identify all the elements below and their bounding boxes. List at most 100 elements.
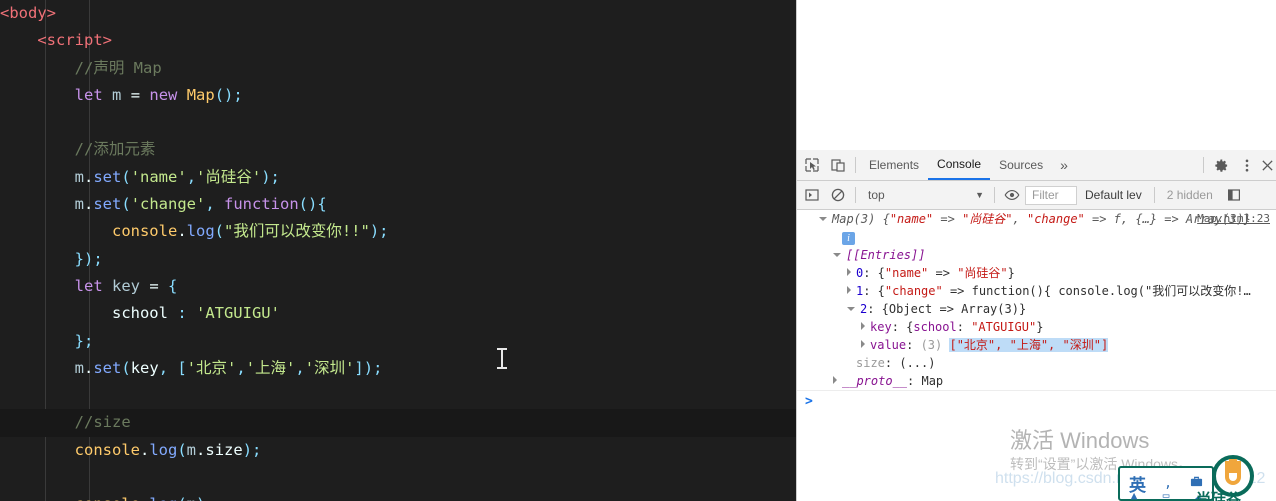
console-row[interactable]: key: {school: "ATGUIGU"} xyxy=(797,318,1276,336)
console-row[interactable]: i xyxy=(797,228,1276,246)
code-token: key xyxy=(130,358,159,377)
code-token: . xyxy=(177,222,187,241)
console-filter-input[interactable]: Filter xyxy=(1025,185,1077,205)
console-token: value xyxy=(870,338,907,352)
more-options-icon[interactable] xyxy=(1234,152,1260,178)
code-token: , xyxy=(186,167,197,186)
code-line[interactable] xyxy=(0,382,796,409)
person-icon[interactable]: ▲ xyxy=(1131,489,1138,501)
code-line[interactable]: school : 'ATGUIGU' xyxy=(0,300,796,327)
code-token: Map xyxy=(186,85,215,104)
tab-elements[interactable]: Elements xyxy=(860,150,928,180)
chevron-down-icon[interactable] xyxy=(819,217,827,221)
console-token: : xyxy=(906,338,921,352)
code-token: 'ATGUIGU' xyxy=(195,304,280,323)
tab-elements-label: Elements xyxy=(869,158,920,172)
clear-console-icon[interactable] xyxy=(825,182,851,208)
close-icon[interactable] xyxy=(1260,152,1274,178)
console-row[interactable]: 0: {"name" => "尚硅谷"} xyxy=(797,264,1276,282)
code-line[interactable]: console.log(m); xyxy=(0,491,796,501)
console-row[interactable]: Map(3) {"name" => "尚硅谷", "change" => f, … xyxy=(797,210,1276,228)
code-line[interactable]: console.log("我们可以改变你!!"); xyxy=(0,218,796,245)
code-token: console xyxy=(75,495,140,501)
code-token: = xyxy=(149,276,159,295)
info-icon[interactable]: i xyxy=(842,232,855,245)
console-sidebar-icon[interactable] xyxy=(1221,182,1247,208)
more-tabs-icon[interactable]: » xyxy=(1052,157,1076,173)
console-row[interactable]: __proto__: Map xyxy=(797,372,1276,390)
code-token: ]); xyxy=(354,358,383,377)
code-line[interactable] xyxy=(0,464,796,491)
code-line[interactable]: <body> xyxy=(0,0,796,27)
console-row[interactable]: 1: {"change" => function(){ console.log(… xyxy=(797,282,1276,300)
code-line[interactable]: //size xyxy=(0,409,796,437)
code-editor[interactable]: <body> <script> //声明 Map let m = new Map… xyxy=(0,0,796,501)
chevron-right-icon[interactable] xyxy=(861,322,865,330)
code-line[interactable]: //添加元素 xyxy=(0,136,796,163)
console-token: => xyxy=(928,266,958,280)
execution-context-icon[interactable] xyxy=(799,182,825,208)
code-token: console xyxy=(111,222,178,241)
gear-icon[interactable] xyxy=(1208,152,1234,178)
execution-context-selector[interactable]: top ▼ xyxy=(860,188,990,202)
code-token: = xyxy=(130,85,141,104)
console-row[interactable]: [[Entries]] xyxy=(797,246,1276,264)
code-token: }); xyxy=(74,249,103,268)
console-token: ["北京", "上海", "深圳"] xyxy=(949,338,1109,352)
hidden-messages-count[interactable]: 2 hidden xyxy=(1159,188,1221,202)
keyboard-icon[interactable]: ▭ xyxy=(1163,489,1170,501)
console-row[interactable]: 2: {Object => Array(3)} xyxy=(797,300,1276,318)
code-line[interactable]: //声明 Map xyxy=(0,55,796,82)
code-line[interactable]: let m = new Map(); xyxy=(0,82,796,109)
chevron-right-icon[interactable] xyxy=(861,340,865,348)
code-token: ( xyxy=(177,495,186,501)
live-expression-icon[interactable] xyxy=(999,182,1025,208)
code-token: //size xyxy=(74,413,131,432)
code-line[interactable]: m.set('name','尚硅谷'); xyxy=(0,164,796,191)
chevron-right-icon[interactable] xyxy=(847,268,851,276)
code-line[interactable]: m.set('change', function(){ xyxy=(0,191,796,218)
code-token: , xyxy=(158,358,178,377)
code-line[interactable]: }; xyxy=(0,328,796,355)
device-toolbar-icon[interactable] xyxy=(825,152,851,178)
chevron-right-icon[interactable] xyxy=(847,286,851,294)
code-token: let xyxy=(74,85,103,104)
browser-page-viewport xyxy=(796,0,1276,150)
console-token: size xyxy=(856,356,885,370)
devtools-tabbar: Elements Console Sources » xyxy=(797,150,1276,181)
chevron-down-icon[interactable] xyxy=(847,307,855,311)
code-line[interactable]: <script> xyxy=(0,27,796,54)
console-row[interactable]: size: (...) xyxy=(797,354,1276,372)
console-prompt[interactable]: > xyxy=(797,390,1276,410)
code-line[interactable]: }); xyxy=(0,246,796,273)
code-editor-content[interactable]: <body> <script> //声明 Map let m = new Map… xyxy=(0,0,796,501)
tab-console[interactable]: Console xyxy=(928,150,991,180)
console-token: "name" xyxy=(884,266,929,280)
code-line[interactable]: console.log(m.size); xyxy=(0,437,796,464)
code-line[interactable]: m.set(key, ['北京','上海','深圳']); xyxy=(0,355,796,382)
console-row[interactable]: value: (3) ["北京", "上海", "深圳"] xyxy=(797,336,1276,354)
code-line[interactable] xyxy=(0,109,796,136)
chevron-down-icon[interactable] xyxy=(833,253,841,257)
console-token: [[Entries]] xyxy=(846,248,926,262)
devtools-panel[interactable]: Elements Console Sources » top ▼ Filter … xyxy=(796,150,1276,501)
chevron-right-icon[interactable] xyxy=(833,376,837,384)
console-token: : { xyxy=(863,284,885,298)
console-level-selector[interactable]: Default lev xyxy=(1077,188,1150,202)
code-line[interactable]: let key = { xyxy=(0,273,796,300)
console-output[interactable]: Map.html:23 Map(3) {"name" => "尚硅谷", "ch… xyxy=(797,210,1276,501)
code-token: [ xyxy=(177,358,187,377)
tab-sources[interactable]: Sources xyxy=(990,150,1052,180)
console-token: } xyxy=(1007,266,1015,280)
code-token: new xyxy=(149,85,178,104)
inspect-element-icon[interactable] xyxy=(799,152,825,178)
